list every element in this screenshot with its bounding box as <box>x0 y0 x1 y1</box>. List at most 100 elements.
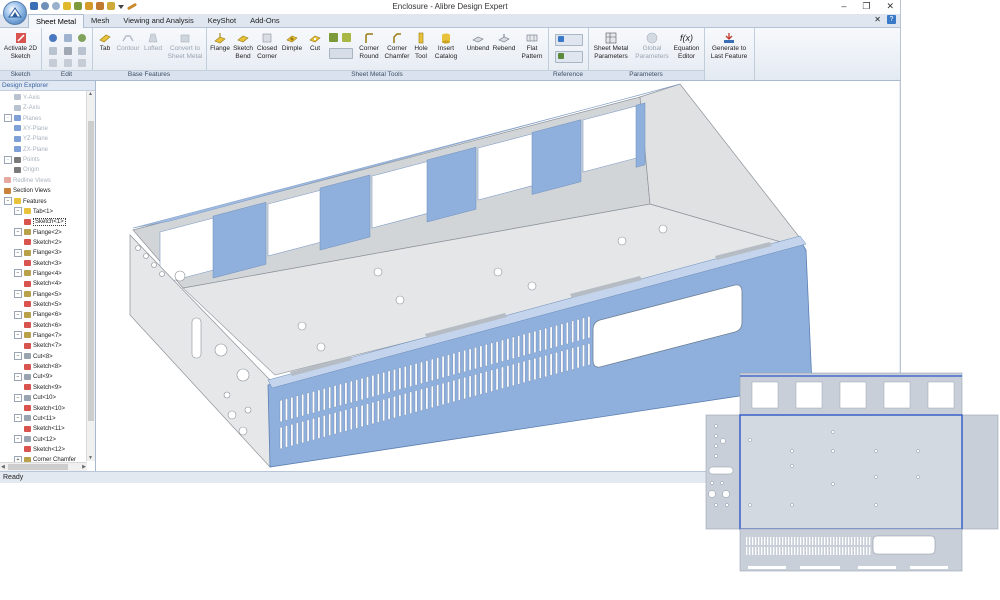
close-ribbon-button[interactable]: ✕ <box>874 15 881 24</box>
tree-item-sketch-11[interactable]: Sketch<11> <box>24 424 65 434</box>
generate-to-last-feature-button[interactable]: Generate to Last Feature <box>706 32 752 61</box>
undo-edit-icon[interactable] <box>49 34 57 42</box>
tree-item-xy-plane[interactable]: XY-Plane <box>14 124 48 134</box>
copy-icon[interactable] <box>78 34 86 42</box>
maximize-button[interactable]: ❐ <box>862 1 870 12</box>
close-button[interactable]: ✕ <box>886 1 894 12</box>
sketch-bend-button[interactable]: Sketch Bend <box>231 32 255 61</box>
flange-button[interactable]: Flange <box>209 32 231 53</box>
tree-item-flange-2[interactable]: − Flange<2> <box>14 227 62 238</box>
tree-item-flange-5[interactable]: − Flange<5> <box>14 290 62 300</box>
equation-editor-button[interactable]: f(x) Equation Editor <box>670 32 703 61</box>
select-icon[interactable] <box>64 59 72 67</box>
tree-item-cut-8[interactable]: − Cut<8> <box>14 352 53 362</box>
clipboard-icon[interactable] <box>78 59 86 67</box>
collapse-icon[interactable]: − <box>4 155 12 164</box>
tree-horizontal-scrollbar[interactable]: ◀ ▶ <box>0 462 87 471</box>
tab-sheet-metal[interactable]: Sheet Metal <box>28 14 85 28</box>
relief-icon[interactable] <box>329 33 338 42</box>
collapse-icon[interactable]: − <box>14 310 22 319</box>
tree-item-sketch-6[interactable]: Sketch<6> <box>24 321 62 331</box>
sheet-metal-parameters-button[interactable]: Sheet Metal Parameters <box>590 32 632 61</box>
tab-keyshot[interactable]: KeyShot <box>201 14 243 27</box>
tree-vertical-scrollbar[interactable]: ▲ ▼ <box>86 91 95 461</box>
unbend-button[interactable]: Unbend <box>465 32 491 53</box>
help-button[interactable]: ? <box>887 15 896 24</box>
paste-icon[interactable] <box>78 47 86 55</box>
tree-item-points[interactable]: − Points <box>4 155 40 165</box>
closed-corner-button[interactable]: Closed Corner <box>255 32 279 61</box>
tree-item-yz-plane[interactable]: YZ-Plane <box>14 134 48 144</box>
corner-relief-icon[interactable] <box>342 33 351 42</box>
tree-item-sketch-4[interactable]: Sketch<4> <box>24 279 62 289</box>
collapse-icon[interactable]: − <box>14 331 22 340</box>
insert-catalog-button[interactable]: Insert Catalog <box>431 32 461 61</box>
tree-item-section-views[interactable]: Section Views <box>4 186 51 196</box>
scroll-down-icon[interactable]: ▼ <box>88 455 93 461</box>
tree-item-sketch-12[interactable]: Sketch<12> <box>24 445 65 455</box>
tree-item-sketch-8[interactable]: Sketch<8> <box>24 362 62 372</box>
collapse-icon[interactable]: − <box>4 196 12 205</box>
collapse-icon[interactable]: − <box>14 393 22 402</box>
application-menu-button[interactable] <box>3 1 27 25</box>
activate-sketch-button[interactable]: Activate 2D Sketch <box>2 32 39 61</box>
tree-hscroll-thumb[interactable] <box>8 464 68 470</box>
tree-item-flange-4[interactable]: − Flange<4> <box>14 269 62 279</box>
cut-edit-icon[interactable] <box>49 47 57 55</box>
minimize-button[interactable]: – <box>841 1 846 12</box>
delete-icon[interactable] <box>64 47 72 55</box>
tree-item-zx-plane[interactable]: ZX-Plane <box>14 145 48 155</box>
cut-button[interactable]: Cut <box>305 32 325 53</box>
scroll-up-icon[interactable]: ▲ <box>88 91 93 97</box>
tree-item-origin[interactable]: Origin <box>14 165 39 175</box>
dimple-button[interactable]: Dimple <box>279 32 305 53</box>
tree-item-sketch-7[interactable]: Sketch<7> <box>24 341 62 351</box>
scroll-right-icon[interactable]: ▶ <box>82 464 86 470</box>
flat-pattern-button[interactable]: Flat Pattern <box>517 32 547 61</box>
global-parameters-button[interactable]: Global Parameters <box>634 32 670 61</box>
tree-item-sketch-9[interactable]: Sketch<9> <box>24 383 62 393</box>
hole-tool-button[interactable]: Hole Tool <box>411 32 431 61</box>
tab-viewing-and-analysis[interactable]: Viewing and Analysis <box>116 14 200 27</box>
collapse-icon[interactable]: − <box>14 207 22 216</box>
tree-item-redline-views[interactable]: Redline Views <box>4 176 51 186</box>
corner-chamfer-button[interactable]: Corner Chamfer <box>383 32 411 61</box>
tree-item-tab-1[interactable]: − Tab<1> <box>14 207 53 217</box>
tree-item-sketch-1[interactable]: Sketch<1> <box>24 217 66 227</box>
collapse-icon[interactable]: − <box>14 414 22 423</box>
collapse-icon[interactable]: − <box>14 269 22 278</box>
collapse-icon[interactable]: − <box>14 248 22 257</box>
rebend-button[interactable]: Rebend <box>491 32 517 53</box>
contour-button[interactable]: Contour <box>115 32 141 53</box>
tree-item-cut-11[interactable]: − Cut<11> <box>14 414 56 424</box>
reference-axis-icon[interactable] <box>558 36 564 42</box>
tree-item-sketch-5[interactable]: Sketch<5> <box>24 300 62 310</box>
tree-item-features[interactable]: − Features <box>4 196 47 207</box>
tree-item-z-axis[interactable]: Z-Axis <box>14 103 40 113</box>
collapse-icon[interactable]: − <box>14 434 22 443</box>
lofted-button[interactable]: Lofted <box>141 32 165 53</box>
hem-icon[interactable] <box>329 48 353 59</box>
tree-item-flange-6[interactable]: − Flange<6> <box>14 310 62 320</box>
collapse-icon[interactable]: − <box>4 114 12 123</box>
collapse-icon[interactable]: − <box>14 227 22 236</box>
collapse-icon[interactable]: − <box>14 352 22 361</box>
tree-item-planes[interactable]: − Planes <box>4 114 41 124</box>
tree-item-y-axis[interactable]: Y-Axis <box>14 93 40 103</box>
redo-edit-icon[interactable] <box>64 34 72 42</box>
tab-add-ons[interactable]: Add-Ons <box>243 14 287 27</box>
reference-csys-icon[interactable] <box>558 53 564 59</box>
properties-icon[interactable] <box>49 59 57 67</box>
tab-feature-button[interactable]: Tab <box>95 32 115 53</box>
tree-item-sketch-3[interactable]: Sketch<3> <box>24 259 62 269</box>
tree-item-sketch-2[interactable]: Sketch<2> <box>24 238 62 248</box>
tree-item-sketch-10[interactable]: Sketch<10> <box>24 404 65 414</box>
scroll-left-icon[interactable]: ◀ <box>1 464 5 470</box>
convert-to-sheet-metal-button[interactable]: Convert to Sheet Metal <box>165 32 205 61</box>
corner-round-button[interactable]: Corner Round <box>355 32 383 61</box>
tree-item-flange-3[interactable]: − Flange<3> <box>14 248 62 258</box>
tree-item-cut-9[interactable]: − Cut<9> <box>14 372 53 382</box>
tree-item-cut-10[interactable]: − Cut<10> <box>14 393 56 403</box>
tab-mesh[interactable]: Mesh <box>84 14 116 27</box>
collapse-icon[interactable]: − <box>14 290 22 299</box>
